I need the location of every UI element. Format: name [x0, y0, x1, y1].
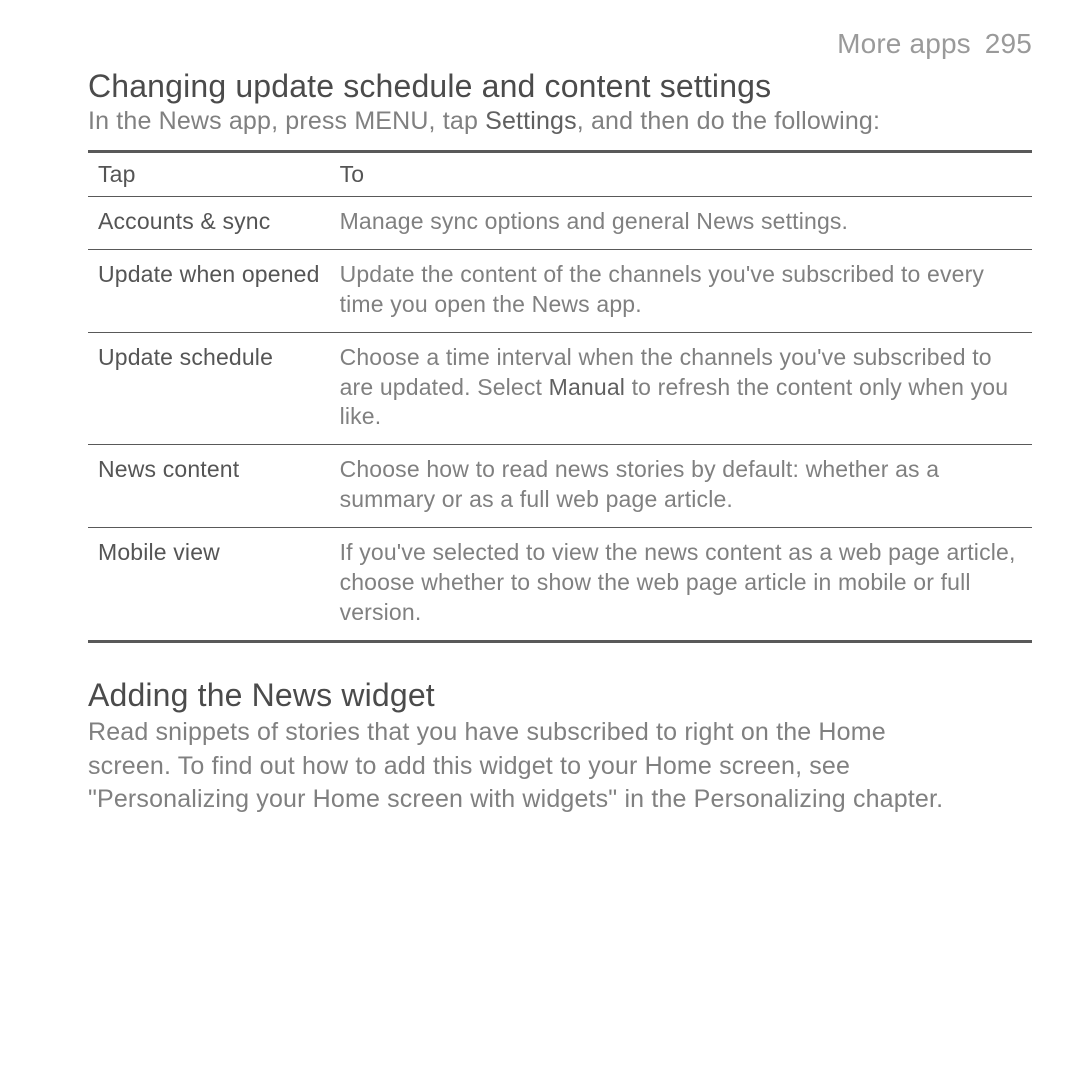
intro-strong: Settings — [485, 107, 577, 135]
table-row: Accounts & sync Manage sync options and … — [88, 197, 1032, 250]
section-title-news-widget: Adding the News widget — [88, 677, 1032, 714]
row-to-before: Choose how to read news stories by defau… — [340, 456, 940, 512]
row-to: Choose a time interval when the channels… — [330, 332, 1032, 445]
row-to-before: If you've selected to view the news cont… — [340, 539, 1016, 625]
page-number: 295 — [985, 28, 1032, 59]
table-header-row: Tap To — [88, 152, 1032, 197]
row-tap: News content — [88, 445, 330, 528]
th-tap: Tap — [88, 152, 330, 197]
row-tap: Update when opened — [88, 249, 330, 332]
row-to: If you've selected to view the news cont… — [330, 528, 1032, 642]
section-news-widget: Adding the News widget Read snippets of … — [88, 677, 1032, 817]
row-to-before: Manage sync options and general News set… — [340, 208, 849, 234]
row-to: Manage sync options and general News set… — [330, 197, 1032, 250]
section-title-update-settings: Changing update schedule and content set… — [88, 68, 1032, 105]
row-tap: Update schedule — [88, 332, 330, 445]
table-row: Update schedule Choose a time interval w… — [88, 332, 1032, 445]
settings-table: Tap To Accounts & sync Manage sync optio… — [88, 150, 1032, 643]
table-row: Mobile view If you've selected to view t… — [88, 528, 1032, 642]
row-to-before: Update the content of the channels you'v… — [340, 261, 985, 317]
header-label: More apps — [837, 28, 971, 59]
page-header: More apps 295 — [88, 28, 1032, 60]
row-to: Update the content of the channels you'v… — [330, 249, 1032, 332]
th-to: To — [330, 152, 1032, 197]
row-to-strong: Manual — [549, 374, 625, 400]
intro-after: , and then do the following: — [577, 107, 880, 135]
section-body: Read snippets of stories that you have s… — [88, 716, 968, 817]
row-tap: Accounts & sync — [88, 197, 330, 250]
row-tap: Mobile view — [88, 528, 330, 642]
table-row: News content Choose how to read news sto… — [88, 445, 1032, 528]
row-to: Choose how to read news stories by defau… — [330, 445, 1032, 528]
section-intro: In the News app, press MENU, tap Setting… — [88, 107, 1032, 136]
intro-before: In the News app, press MENU, tap — [88, 107, 485, 135]
table-row: Update when opened Update the content of… — [88, 249, 1032, 332]
